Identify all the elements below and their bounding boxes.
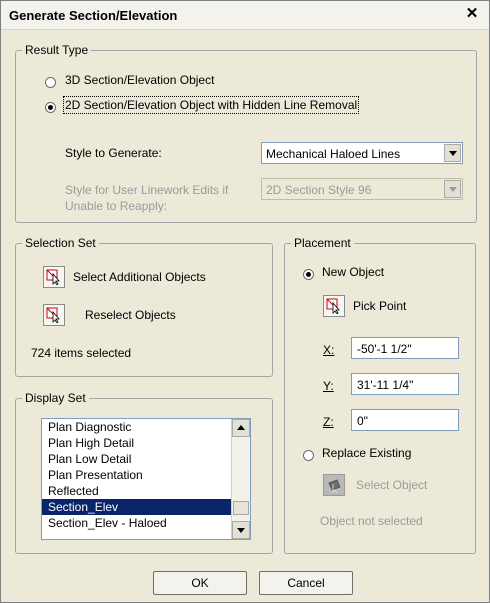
style-user-linework-value: 2D Section Style 96 [266,183,372,197]
select-object-button [323,474,345,496]
selection-set-legend: Selection Set [22,236,99,250]
style-user-label-line2: Unable to Reapply: [65,199,168,213]
items-selected-count: 724 items selected [31,346,132,360]
style-to-generate-label: Style to Generate: [65,146,162,160]
pick-point-button[interactable] [323,295,345,317]
list-item[interactable]: Plan Diagnostic [42,419,232,435]
reselect-objects-label[interactable]: Reselect Objects [85,308,176,322]
chevron-down-icon[interactable] [444,144,461,162]
list-item-selected[interactable]: Section_Elev [42,499,232,515]
generate-section-dialog: Generate Section/Elevation ✕ Result Type… [0,0,490,603]
new-object-label[interactable]: New Object [322,265,384,279]
list-item[interactable]: Plan Presentation [42,467,232,483]
chevron-down-icon [444,180,461,198]
z-coordinate-input[interactable]: 0" [351,409,459,431]
radio-replace-existing[interactable] [303,450,314,461]
ok-button[interactable]: OK [153,571,247,595]
reselect-objects-button[interactable] [43,304,65,326]
list-item[interactable]: Plan High Detail [42,435,232,451]
x-coordinate-value: -50'-1 1/2" [357,342,412,356]
x-coordinate-input[interactable]: -50'-1 1/2" [351,337,459,359]
y-coordinate-value: 31'-11 1/4" [357,378,414,392]
option-2d-label[interactable]: 2D Section/Elevation Object with Hidden … [62,96,360,114]
scroll-up-icon[interactable] [232,419,250,437]
result-type-legend: Result Type [22,43,92,57]
cancel-button[interactable]: Cancel [259,571,353,595]
object-status-text: Object not selected [320,514,423,528]
style-user-linework-dropdown: 2D Section Style 96 [261,178,463,200]
style-to-generate-value: Mechanical Haloed Lines [266,147,401,161]
placement-group: Placement [284,236,476,554]
list-item[interactable]: Reflected [42,483,232,499]
display-set-items: Plan Diagnostic Plan High Detail Plan Lo… [42,419,232,531]
z-coordinate-value: 0" [357,414,368,428]
close-icon[interactable]: ✕ [463,5,481,23]
pick-point-label[interactable]: Pick Point [353,299,406,313]
style-to-generate-dropdown[interactable]: Mechanical Haloed Lines [261,142,463,164]
select-additional-objects-label[interactable]: Select Additional Objects [73,270,206,284]
radio-3d-object[interactable] [45,77,56,88]
y-label: Y: [323,379,334,393]
select-objects-icon [46,269,60,285]
placement-legend: Placement [291,236,354,250]
option-3d-label[interactable]: 3D Section/Elevation Object [65,73,214,87]
list-item[interactable]: Section_Elev - Haloed [42,515,232,531]
scroll-thumb[interactable] [233,501,249,515]
y-coordinate-input[interactable]: 31'-11 1/4" [351,373,459,395]
x-label: X: [323,343,335,357]
radio-2d-object[interactable] [45,102,56,113]
display-set-scrollbar[interactable] [231,419,250,539]
select-additional-objects-button[interactable] [43,266,65,288]
pick-point-icon [326,298,340,314]
title-bar[interactable]: Generate Section/Elevation ✕ [1,1,489,30]
reselect-objects-icon [46,307,60,323]
scroll-down-icon[interactable] [232,521,250,539]
dialog-title: Generate Section/Elevation [9,8,178,23]
z-label: Z: [323,415,334,429]
select-object-icon [328,479,341,493]
list-item[interactable]: Plan Low Detail [42,451,232,467]
display-set-listbox[interactable]: Plan Diagnostic Plan High Detail Plan Lo… [41,418,251,540]
display-set-legend: Display Set [22,391,89,405]
radio-new-object[interactable] [303,269,314,280]
select-object-label: Select Object [356,478,428,492]
replace-existing-label[interactable]: Replace Existing [322,446,411,460]
style-user-label-line1: Style for User Linework Edits if [65,183,229,197]
